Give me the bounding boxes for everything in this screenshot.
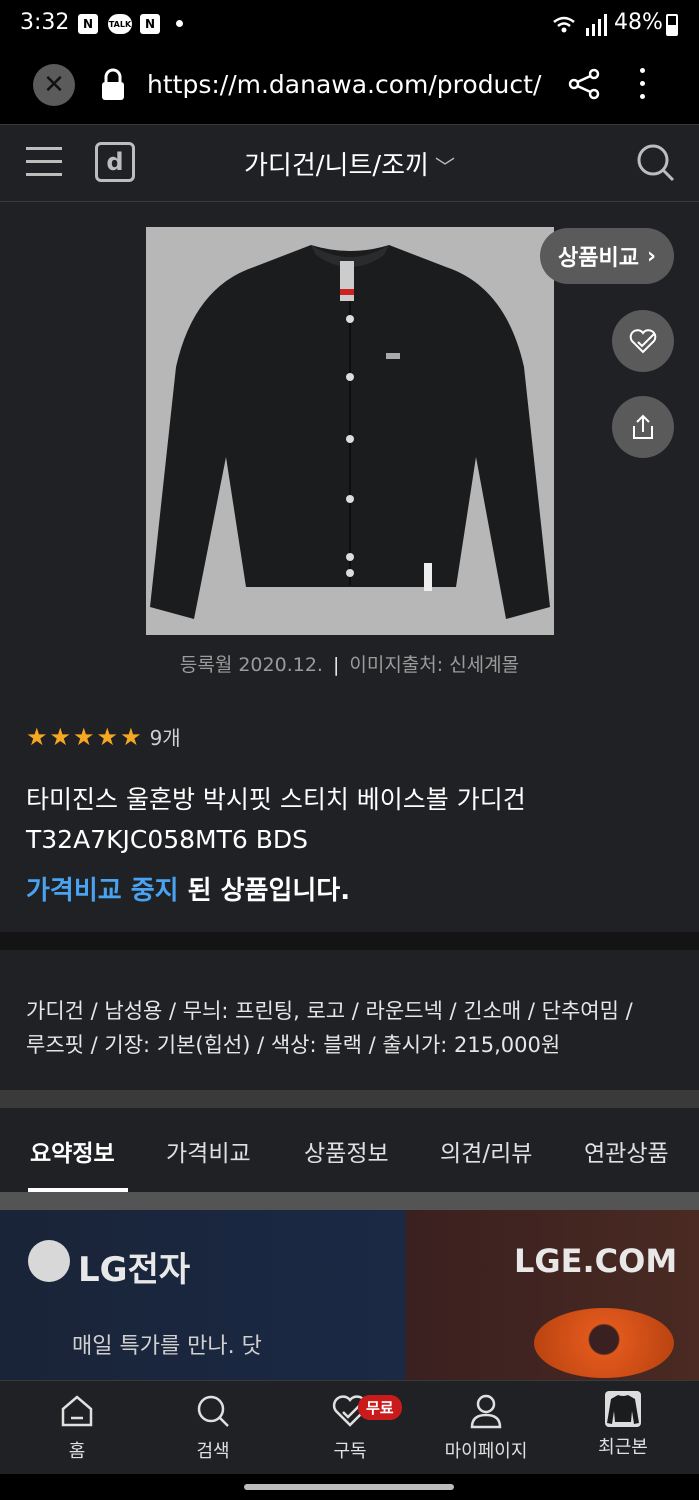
star-icon: ★	[96, 722, 119, 751]
banner-tagline: 매일 특가를 만나. 닷	[72, 1334, 262, 1359]
image-source: 이미지출처: 신세계몰	[349, 654, 520, 676]
home-icon	[61, 1395, 93, 1427]
kakaotalk-notification-icon: TALK	[108, 14, 132, 34]
recent-product-thumbnail	[605, 1391, 641, 1427]
home-indicator[interactable]	[244, 1484, 454, 1490]
tab-product-info[interactable]: 상품정보	[304, 1134, 389, 1168]
user-icon	[470, 1394, 502, 1429]
category-title-text: 가디건/니트/조끼	[244, 151, 429, 181]
product-specs: 가디건 / 남성용 / 무늬: 프린팅, 로고 / 라운드넥 / 긴소매 / 단…	[26, 994, 676, 1062]
more-menu-icon[interactable]	[640, 68, 648, 104]
url-text[interactable]: https://m.danawa.com/product/product	[147, 70, 543, 99]
more-notifications-dot	[176, 20, 183, 27]
specs-line-1: 가디건 / 남성용 / 무늬: 프린팅, 로고 / 라운드넥 / 긴소매 / 단…	[26, 999, 633, 1023]
naver-notification-icon: N	[78, 14, 98, 34]
product-compare-button[interactable]: 상품비교 ›	[540, 228, 674, 284]
cardigan-thumbnail-icon	[607, 1395, 639, 1424]
product-name-line1: 타미진스 울혼방 박시핏 스티치 베이스볼 가디건	[26, 785, 526, 814]
banner-site: LGE.COM	[514, 1242, 678, 1280]
nav-recent-label: 최근본	[598, 1437, 648, 1458]
tabs-divider	[0, 1192, 699, 1210]
nav-home[interactable]: 홈	[22, 1391, 132, 1463]
status-rest-text: 된 상품입니다.	[178, 876, 351, 906]
registration-date: 등록월 2020.12.	[179, 654, 323, 676]
upload-share-icon	[633, 414, 653, 439]
naver-notification-icon-2: N	[140, 14, 160, 34]
heart-check-icon	[629, 329, 657, 354]
site-header: d 가디건/니트/조끼 ﹀	[0, 124, 699, 202]
nav-recent[interactable]: 최근본	[568, 1391, 678, 1459]
share-button[interactable]	[612, 396, 674, 458]
star-icon: ★	[49, 722, 72, 751]
product-image[interactable]	[146, 227, 554, 635]
banner-brand: LG전자	[78, 1250, 191, 1290]
price-compare-status: 가격비교 중지 된 상품입니다.	[26, 870, 350, 907]
tab-price-compare[interactable]: 가격비교	[166, 1134, 251, 1168]
status-time: 3:32	[20, 10, 70, 35]
nav-home-label: 홈	[68, 1441, 86, 1462]
cardigan-illustration	[150, 245, 550, 619]
section-divider	[0, 932, 699, 950]
wifi-signal-icon	[553, 14, 607, 36]
tab-related[interactable]: 연관상품	[584, 1134, 669, 1168]
product-rating[interactable]: ★ ★ ★ ★ ★ 9개	[26, 722, 181, 751]
chevron-down-icon: ﹀	[434, 155, 455, 179]
nav-mypage-label: 마이페이지	[444, 1441, 528, 1462]
lock-icon	[102, 68, 124, 100]
star-icon: ★	[120, 722, 142, 751]
search-icon[interactable]	[636, 143, 676, 183]
gesture-bar	[0, 1474, 699, 1500]
star-icon: ★	[26, 722, 48, 751]
nav-search-label: 검색	[196, 1441, 230, 1462]
tab-summary[interactable]: 요약정보	[30, 1134, 115, 1168]
search-icon	[197, 1395, 229, 1427]
product-model-code: T32A7KJC058MT6 BDS	[26, 825, 308, 854]
tab-reviews[interactable]: 의견/리뷰	[440, 1134, 532, 1168]
ad-banner[interactable]: LG전자 LGE.COM 매일 특가를 만나. 닷	[0, 1210, 699, 1380]
review-count: 9개	[149, 726, 181, 750]
free-badge: 무료	[358, 1395, 402, 1420]
status-bar: 3:32 N TALK N 48%	[0, 0, 699, 52]
nav-mypage[interactable]: 마이페이지	[431, 1391, 541, 1463]
wishlist-button[interactable]	[612, 310, 674, 372]
status-accent-text: 가격비교 중지	[26, 876, 179, 906]
lg-logo-icon	[28, 1240, 70, 1282]
specs-line-2: 루즈핏 / 기장: 기본(힙선) / 색상: 블랙 / 출시가: 215,000…	[26, 1033, 561, 1057]
banner-product-image	[534, 1308, 674, 1378]
product-tabs: 요약정보 가격비교 상품정보 의견/리뷰 연관상품	[0, 1108, 699, 1192]
star-icon: ★	[73, 722, 95, 751]
bottom-navigation: 홈 검색 구독 무료 마이페이지 최근본	[0, 1380, 699, 1474]
product-name: 타미진스 울혼방 박시핏 스티치 베이스볼 가디건 T32A7KJC058MT6…	[26, 780, 666, 860]
product-page: 상품비교 › 등록월 2020.12. | 이미지출처: 신세계몰 ★ ★ ★ ★ …	[0, 202, 699, 1380]
image-caption: 등록월 2020.12. | 이미지출처: 신세계몰	[179, 654, 520, 676]
share-icon[interactable]	[566, 66, 602, 102]
browser-url-bar: ✕ https://m.danawa.com/product/product	[0, 52, 699, 124]
category-title[interactable]: 가디건/니트/조끼 ﹀	[0, 145, 699, 182]
product-compare-label: 상품비교	[557, 246, 639, 271]
close-tab-button[interactable]: ✕	[33, 64, 75, 106]
nav-search[interactable]: 검색	[158, 1391, 268, 1463]
battery-icon	[666, 14, 678, 36]
battery-percent: 48%	[614, 10, 663, 35]
section-divider	[0, 1090, 699, 1108]
nav-subscribe-label: 구독	[333, 1441, 367, 1462]
chevron-right-icon: ›	[646, 243, 657, 269]
